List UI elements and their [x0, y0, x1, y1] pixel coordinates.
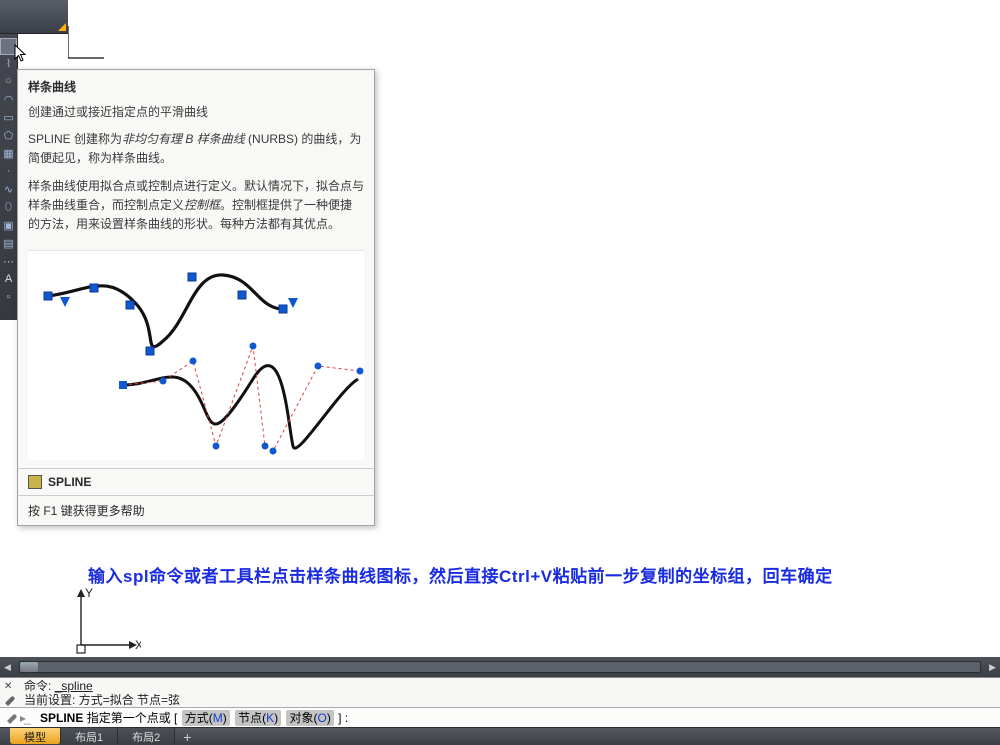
scroll-left-icon[interactable]: ◀	[0, 662, 15, 673]
tooltip-command-name: SPLINE	[48, 475, 91, 489]
tooltip-paragraph-1: SPLINE 创建称为非均匀有理 B 样条曲线 (NURBS) 的曲线，为简便起…	[28, 130, 364, 168]
tab-add-button[interactable]: +	[175, 728, 199, 745]
command-input-row[interactable]: ▸_ SPLINE 指定第一个点或 [ 方式(M) 节点(K) 对象(O) ] …	[0, 707, 1000, 727]
quick-access-toolbar[interactable]	[0, 0, 68, 34]
tooltip-paragraph-2: 样条曲线使用拟合点或控制点进行定义。默认情况下，拟合点与样条曲线重合，而控制点定…	[28, 177, 364, 235]
more-tool-icon[interactable]: ⋯	[2, 254, 16, 268]
close-cmdline-icon[interactable]: ✕	[4, 680, 16, 692]
scroll-right-icon[interactable]: ▶	[985, 662, 1000, 673]
tooltip-title: 样条曲线	[18, 70, 374, 99]
command-panel: ◀ ▶ ✕ 命令: _spline 当前设置: 方式=拟合 节点=弦 ▸_ SP…	[0, 657, 1000, 745]
command-prompt-icon: ▸_	[20, 711, 40, 725]
instruction-annotation: 输入spl命令或者工具栏点击样条曲线图标，然后直接Ctrl+V粘贴前一步复制的坐…	[88, 562, 833, 587]
drawing-scrollbar-horizontal[interactable]: ◀ ▶	[0, 657, 1000, 677]
svg-text:X: X	[135, 638, 141, 652]
tab-model[interactable]: 模型	[10, 728, 61, 744]
text-tool-icon[interactable]: A	[2, 272, 16, 286]
command-icon	[28, 475, 42, 489]
tooltip-subtitle: 创建通过或接近指定点的平滑曲线	[28, 103, 364, 122]
layout-tabs[interactable]: 模型 布局1 布局2 +	[0, 727, 1000, 745]
ucs-icon: X Y	[71, 585, 141, 655]
hatch-tool-icon[interactable]: ▦	[2, 146, 16, 160]
draw-toolbar[interactable]: ▱ ⌇ ○ ◠ ▭ ⬠ ▦ · ∿ ⬯ ▣ ▤ ⋯ A ▫	[0, 34, 18, 320]
block-tool-icon[interactable]: ▣	[2, 218, 16, 232]
extra-tool-icon[interactable]: ▫	[2, 290, 16, 304]
tab-layout2[interactable]: 布局2	[118, 728, 175, 744]
tooltip-command-row: SPLINE	[18, 468, 374, 495]
cursor-icon	[14, 44, 28, 64]
svg-text:Y: Y	[85, 586, 93, 600]
table-tool-icon[interactable]: ▤	[2, 236, 16, 250]
tab-layout1[interactable]: 布局1	[61, 728, 118, 744]
ellipse-tool-icon[interactable]: ⬯	[2, 200, 16, 214]
command-input-text[interactable]: SPLINE 指定第一个点或 [ 方式(M) 节点(K) 对象(O) ] :	[40, 709, 348, 726]
cmdline-wrench-icon[interactable]	[4, 712, 20, 724]
cmdline-settings-icon[interactable]	[3, 694, 17, 706]
flyout-indicator-icon	[58, 23, 66, 31]
arc-tool-icon[interactable]: ◠	[2, 92, 16, 106]
rectangle-tool-icon[interactable]: ▭	[2, 110, 16, 124]
spline-tool-icon[interactable]: ∿	[2, 182, 16, 196]
tool-tooltip: 样条曲线 创建通过或接近指定点的平滑曲线 SPLINE 创建称为非均匀有理 B …	[17, 69, 375, 526]
tooltip-illustration	[28, 250, 364, 460]
point-tool-icon[interactable]: ·	[2, 164, 16, 178]
command-history[interactable]: ✕ 命令: _spline 当前设置: 方式=拟合 节点=弦	[0, 677, 1000, 707]
history-line-2: 当前设置: 方式=拟合 节点=弦	[24, 693, 996, 707]
scrollbar-track[interactable]	[19, 661, 981, 673]
drawing-origin-marker	[68, 26, 118, 66]
circle-tool-icon[interactable]: ○	[2, 74, 16, 88]
history-line-1: 命令: _spline	[24, 679, 996, 693]
scrollbar-thumb[interactable]	[20, 662, 38, 672]
tooltip-f1-hint: 按 F1 键获得更多帮助	[18, 495, 374, 525]
polygon-tool-icon[interactable]: ⬠	[2, 128, 16, 142]
